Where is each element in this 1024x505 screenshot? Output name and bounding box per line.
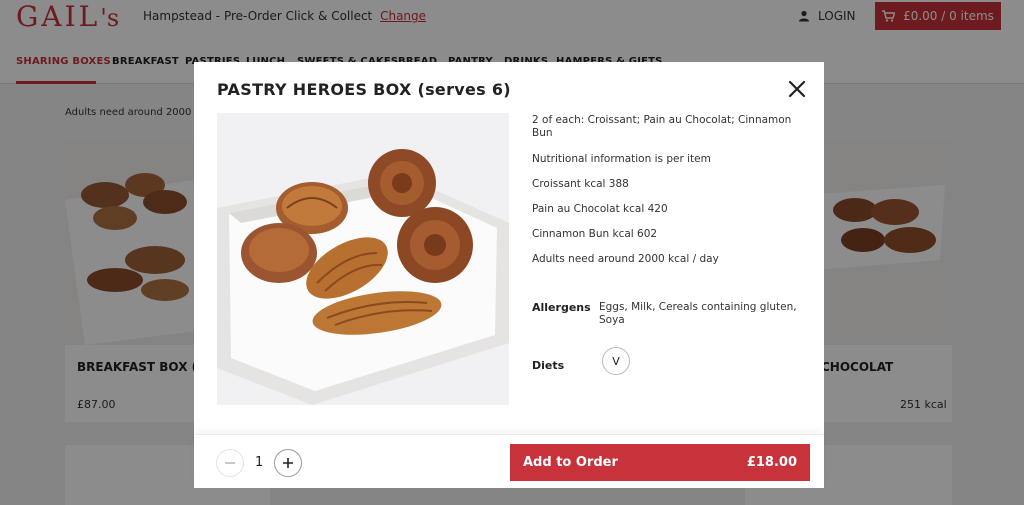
- description-line: Croissant kcal 388: [532, 178, 629, 190]
- vegetarian-badge: V: [602, 347, 630, 375]
- description-line: Cinnamon Bun kcal 602: [532, 228, 658, 240]
- allergens-label: Allergens: [532, 301, 591, 314]
- product-modal: PASTRY HEROES BOX (serves 6) 2 of each: …: [194, 62, 824, 488]
- add-to-order-label: Add to Order: [523, 455, 618, 470]
- close-button[interactable]: [786, 78, 808, 100]
- plus-icon: [283, 458, 293, 468]
- close-icon: [788, 80, 806, 98]
- description-line: Adults need around 2000 kcal / day: [532, 253, 719, 265]
- product-image: [217, 113, 509, 405]
- diets-label: Diets: [532, 359, 565, 372]
- minus-icon: [225, 462, 235, 464]
- description-line: 2 of each: Croissant; Pain au Chocolat; …: [532, 114, 792, 139]
- decrease-quantity-button[interactable]: [216, 449, 244, 477]
- modal-title: PASTRY HEROES BOX (serves 6): [217, 80, 511, 99]
- allergens-value: Eggs, Milk, Cereals containing gluten, S…: [599, 301, 797, 326]
- pastry-box-image: [217, 113, 509, 405]
- add-to-order-price: £18.00: [746, 455, 797, 470]
- add-to-order-button[interactable]: Add to Order £18.00: [510, 444, 810, 481]
- description-line: Pain au Chocolat kcal 420: [532, 203, 668, 215]
- product-description: 2 of each: Croissant; Pain au Chocolat; …: [532, 114, 802, 266]
- quantity-value: 1: [255, 455, 264, 470]
- modal-footer: 1 Add to Order £18.00: [194, 434, 824, 488]
- increase-quantity-button[interactable]: [274, 449, 302, 477]
- description-line: Nutritional information is per item: [532, 153, 711, 165]
